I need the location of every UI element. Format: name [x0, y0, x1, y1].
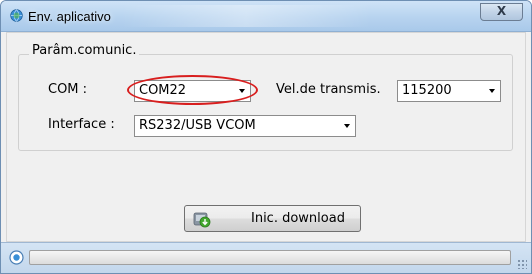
window-title: Env. aplicativo [28, 9, 111, 24]
app-window: Env. aplicativo X Parâm.comunic. COM : C… [0, 0, 532, 274]
chevron-down-icon [344, 124, 350, 128]
title-bar[interactable]: Env. aplicativo X [1, 1, 531, 32]
status-bar [1, 242, 531, 273]
start-download-button[interactable]: Inic. download [184, 205, 361, 232]
resize-grip[interactable] [517, 259, 527, 269]
title-bar-glass [121, 5, 371, 27]
globe-icon [10, 9, 23, 22]
close-button[interactable]: X [480, 3, 523, 21]
interface-select-value: RS232/USB VCOM [139, 118, 256, 133]
start-download-label: Inic. download [251, 211, 345, 226]
chevron-down-icon [489, 89, 495, 93]
status-globe-icon [9, 250, 24, 265]
chevron-down-icon [239, 89, 245, 93]
group-label: Parâm.comunic. [29, 43, 140, 58]
baud-rate-select[interactable]: 115200 [397, 80, 501, 102]
download-icon [193, 212, 211, 228]
com-select[interactable]: COM22 [134, 80, 251, 102]
close-icon: X [496, 4, 507, 18]
interface-label: Interface : [48, 117, 115, 132]
com-label: COM : [48, 82, 88, 97]
baud-rate-value: 115200 [402, 83, 452, 98]
com-select-value: COM22 [139, 83, 187, 98]
download-progress-bar [29, 250, 511, 265]
interface-select[interactable]: RS232/USB VCOM [134, 115, 356, 137]
baud-rate-label: Vel.de transmis. [276, 82, 381, 97]
